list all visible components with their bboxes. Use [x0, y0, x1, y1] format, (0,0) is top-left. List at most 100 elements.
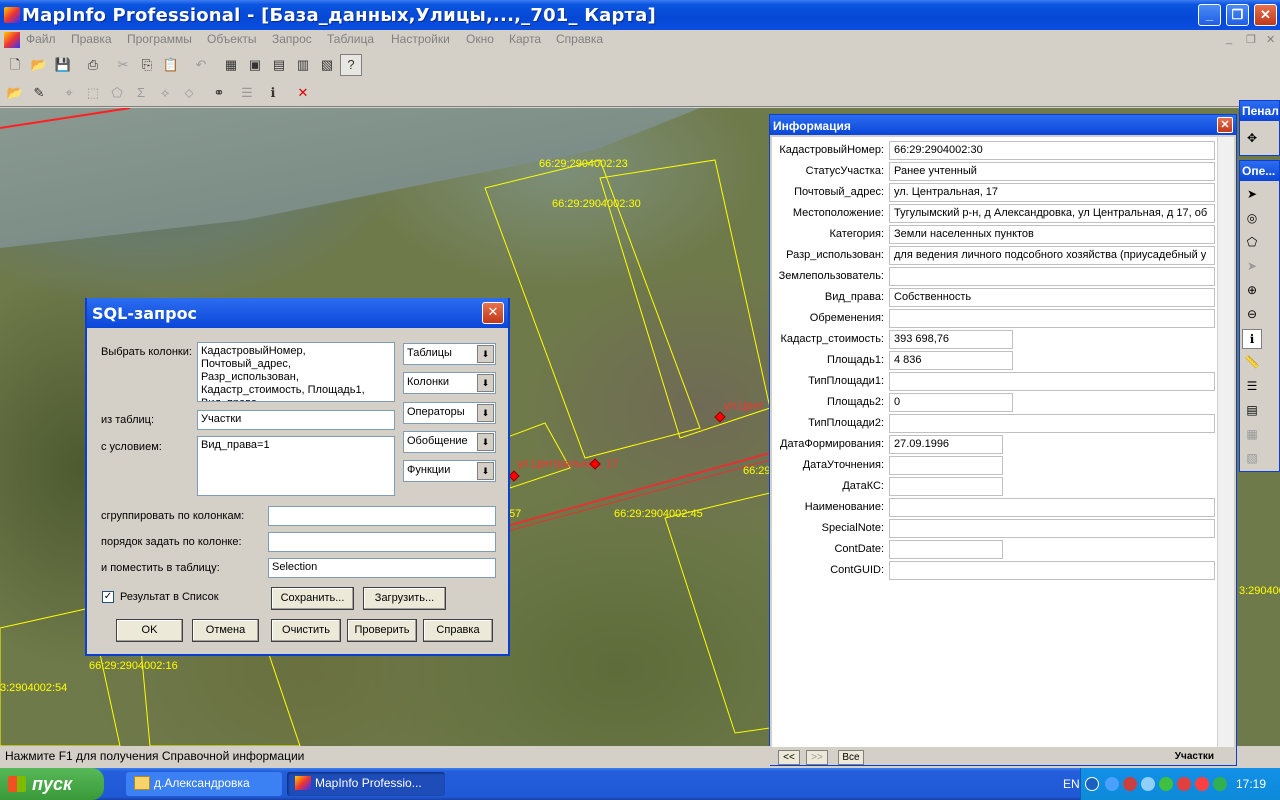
- legend-icon[interactable]: ▤: [1242, 401, 1262, 421]
- shield-icon[interactable]: [1177, 777, 1191, 791]
- select-tool-icon[interactable]: ⌖: [58, 82, 80, 104]
- close-button[interactable]: ✕: [1254, 4, 1277, 26]
- undo-icon[interactable]: ↶: [190, 54, 212, 76]
- menu-objects[interactable]: Объекты: [207, 32, 257, 46]
- info-field-value[interactable]: [889, 477, 1003, 496]
- info-field-value[interactable]: [889, 456, 1003, 475]
- mdi-minimize-button[interactable]: _: [1226, 33, 1232, 45]
- mdi-restore-button[interactable]: ❐: [1246, 33, 1256, 46]
- prev-record-button[interactable]: <<: [778, 750, 800, 765]
- info-field-value[interactable]: Собственность: [889, 288, 1215, 307]
- dropdown-arrow-icon[interactable]: ⬇: [477, 404, 494, 422]
- info-field-value[interactable]: 66:29:2904002:30: [889, 141, 1215, 160]
- minimize-button[interactable]: _: [1198, 4, 1221, 26]
- save-icon[interactable]: 💾: [52, 54, 74, 76]
- boundary-select-icon[interactable]: ➤: [1242, 257, 1262, 277]
- info-field-value[interactable]: [889, 519, 1215, 538]
- node-icon[interactable]: ⬦: [178, 82, 200, 104]
- menu-table[interactable]: Таблица: [327, 32, 374, 46]
- menu-help[interactable]: Справка: [556, 32, 603, 46]
- ruler-icon[interactable]: 📏: [1242, 353, 1262, 373]
- menu-query[interactable]: Запрос: [272, 32, 312, 46]
- save-query-button[interactable]: Сохранить...: [271, 587, 354, 610]
- new-browser-icon[interactable]: ▦: [220, 54, 242, 76]
- into-table-field[interactable]: Selection: [268, 558, 496, 578]
- redistrict-icon[interactable]: ▧: [316, 54, 338, 76]
- functions-combo[interactable]: Функции ⬇: [403, 460, 496, 482]
- marquee-icon[interactable]: ⬚: [82, 82, 104, 104]
- mdi-close-button[interactable]: ✕: [1266, 33, 1275, 46]
- info-field-value[interactable]: [889, 561, 1215, 580]
- dropdown-arrow-icon[interactable]: ⬇: [477, 345, 494, 363]
- restore-button[interactable]: ❐: [1226, 4, 1249, 26]
- map-tool-icon[interactable]: ✥: [1242, 129, 1262, 149]
- order-by-field[interactable]: [268, 532, 496, 552]
- result-to-browser-checkbox[interactable]: ✓: [102, 591, 114, 603]
- new-layout-icon[interactable]: ▥: [292, 54, 314, 76]
- sum-icon[interactable]: Σ: [130, 82, 152, 104]
- tray-expand-icon[interactable]: [1085, 777, 1099, 791]
- clear-button[interactable]: Очистить: [271, 619, 341, 642]
- radius-select-icon[interactable]: ◎: [1242, 209, 1262, 229]
- info-field-value[interactable]: [889, 309, 1215, 328]
- dropdown-arrow-icon[interactable]: ⬇: [477, 374, 494, 392]
- cut-icon[interactable]: ✂: [112, 54, 134, 76]
- group-by-field[interactable]: [268, 506, 496, 526]
- network-icon[interactable]: [1105, 777, 1119, 791]
- zoom-in-icon[interactable]: ⊕: [1242, 281, 1262, 301]
- tables-combo[interactable]: Таблицы ⬇: [403, 343, 496, 365]
- info-field-value[interactable]: [889, 372, 1215, 391]
- info-field-value[interactable]: Ранее учтенный: [889, 162, 1215, 181]
- menu-map[interactable]: Карта: [509, 32, 541, 46]
- operators-combo[interactable]: Операторы ⬇: [403, 402, 496, 424]
- all-records-button[interactable]: Все: [838, 750, 864, 765]
- dialog-title-bar[interactable]: SQL-запрос ✕: [87, 298, 508, 328]
- info-field-value[interactable]: [889, 414, 1215, 433]
- menu-edit[interactable]: Правка: [71, 32, 112, 46]
- new-grapher-icon[interactable]: ▤: [268, 54, 290, 76]
- aggregates-combo[interactable]: Обобщение ⬇: [403, 431, 496, 453]
- info-tool-icon[interactable]: ℹ: [262, 82, 284, 104]
- info-field-value[interactable]: [889, 498, 1215, 517]
- tray-app-icon[interactable]: [1123, 777, 1137, 791]
- info-field-value[interactable]: Земли населенных пунктов: [889, 225, 1215, 244]
- info-field-value[interactable]: 27.09.1996: [889, 435, 1003, 454]
- where-field[interactable]: Вид_права=1: [197, 436, 395, 496]
- tray-app-icon[interactable]: [1195, 777, 1209, 791]
- menu-window[interactable]: Окно: [466, 32, 494, 46]
- menu-programs[interactable]: Программы: [127, 32, 192, 46]
- new-icon[interactable]: 🗋: [4, 54, 26, 76]
- info-field-value[interactable]: 4 836: [889, 351, 1013, 370]
- info-field-value[interactable]: 393 698,76: [889, 330, 1013, 349]
- language-indicator[interactable]: EN: [1063, 777, 1080, 791]
- dialog-close-button[interactable]: ✕: [482, 302, 504, 324]
- taskbar-folder-button[interactable]: д.Александровка: [126, 772, 282, 796]
- delete-icon[interactable]: ✕: [292, 82, 314, 104]
- info-close-button[interactable]: ✕: [1217, 117, 1233, 133]
- info-title-bar[interactable]: Информация ✕: [770, 115, 1236, 135]
- verify-button[interactable]: Проверить: [347, 619, 417, 642]
- clip-icon[interactable]: ▦: [1242, 425, 1262, 445]
- print-icon[interactable]: ⎙: [82, 54, 104, 76]
- binoculars-icon[interactable]: ⚭: [208, 82, 230, 104]
- select-arrow-icon[interactable]: ➤: [1242, 185, 1262, 205]
- tray-app-icon[interactable]: [1141, 777, 1155, 791]
- open-folder-edit-icon[interactable]: 📂: [4, 82, 26, 104]
- menu-options[interactable]: Настройки: [391, 32, 450, 46]
- wand-icon[interactable]: ✎: [28, 82, 50, 104]
- load-query-button[interactable]: Загрузить...: [363, 587, 446, 610]
- info-field-value[interactable]: ул. Центральная, 17: [889, 183, 1215, 202]
- start-button[interactable]: пуск: [0, 768, 104, 800]
- dropdown-arrow-icon[interactable]: ⬇: [477, 462, 494, 480]
- paste-icon[interactable]: 📋: [160, 54, 182, 76]
- dropdown-arrow-icon[interactable]: ⬇: [477, 433, 494, 451]
- info-icon[interactable]: ℹ: [1242, 329, 1262, 349]
- columns-combo[interactable]: Колонки ⬇: [403, 372, 496, 394]
- help-pointer-icon[interactable]: ?: [340, 54, 362, 76]
- info-field-value[interactable]: [889, 540, 1003, 559]
- polygon-icon[interactable]: ⬠: [106, 82, 128, 104]
- zoom-out-icon[interactable]: ⊖: [1242, 305, 1262, 325]
- next-record-button[interactable]: >>: [806, 750, 828, 765]
- open-icon[interactable]: 📂: [28, 54, 50, 76]
- select-columns-field[interactable]: КадастровыйНомер, Почтовый_адрес, Разр_и…: [197, 342, 395, 402]
